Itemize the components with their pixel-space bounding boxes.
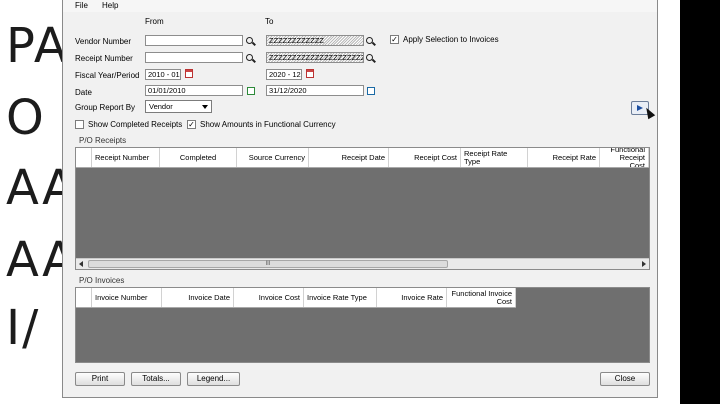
search-icon[interactable]: [366, 54, 373, 61]
invoices-grid-header: Invoice Number Invoice Date Invoice Cost…: [76, 288, 516, 308]
column-header[interactable]: Completed: [160, 148, 237, 167]
receipt-from-input[interactable]: [145, 52, 243, 63]
show-functional-checkbox[interactable]: ✓: [187, 120, 196, 129]
vendor-to-input[interactable]: ZZZZZZZZZZZZ: [266, 35, 364, 46]
date-to-input[interactable]: 31/12/2020: [266, 85, 364, 96]
show-functional-label: Show Amounts in Functional Currency: [200, 120, 336, 129]
receipt-number-label: Receipt Number: [75, 54, 133, 63]
row-selector-header: [76, 288, 92, 307]
calendar-icon[interactable]: [306, 69, 314, 78]
slide-letter: O: [6, 90, 46, 146]
to-heading: To: [265, 17, 274, 26]
inquiry-window: File Help From To Vendor Number ZZZZZZZZ…: [62, 0, 658, 398]
menu-bar: File Help: [63, 0, 657, 12]
slide-letter: PA: [6, 18, 69, 74]
column-header[interactable]: Invoice Rate Type: [304, 288, 377, 307]
column-header[interactable]: Receipt Rate Type: [461, 148, 528, 167]
column-header[interactable]: Functional Receipt Cost: [600, 148, 649, 167]
calendar-icon[interactable]: [185, 69, 193, 78]
date-picker-icon[interactable]: [247, 87, 255, 95]
print-button[interactable]: Print: [75, 372, 125, 386]
group-report-dropdown[interactable]: Vendor: [145, 100, 212, 113]
fiscal-year-period-label: Fiscal Year/Period: [75, 71, 140, 80]
column-header[interactable]: Invoice Rate: [377, 288, 447, 307]
column-header[interactable]: Functional Invoice Cost: [447, 288, 516, 307]
vendor-from-input[interactable]: [145, 35, 243, 46]
search-icon[interactable]: [246, 37, 253, 44]
date-picker-icon[interactable]: [367, 87, 375, 95]
column-header[interactable]: Invoice Number: [92, 288, 162, 307]
scroll-left-icon[interactable]: [76, 259, 87, 269]
close-button[interactable]: Close: [600, 372, 650, 386]
vendor-number-label: Vendor Number: [75, 37, 132, 46]
column-header[interactable]: Receipt Rate: [528, 148, 600, 167]
legend-button[interactable]: Legend...: [187, 372, 240, 386]
column-header[interactable]: Source Currency: [237, 148, 309, 167]
invoices-grid[interactable]: Invoice Number Invoice Date Invoice Cost…: [75, 287, 650, 363]
column-header[interactable]: Invoice Cost: [234, 288, 304, 307]
invoices-group-title: P/O Invoices: [79, 276, 125, 285]
group-report-value: Vendor: [149, 102, 173, 111]
totals-button[interactable]: Totals...: [131, 372, 181, 386]
search-icon[interactable]: [366, 37, 373, 44]
apply-selection-label: Apply Selection to Invoices: [403, 35, 499, 44]
group-report-label: Group Report By: [75, 103, 136, 112]
mouse-cursor-icon: [642, 105, 656, 120]
receipts-grid-header: Receipt Number Completed Source Currency…: [76, 148, 649, 168]
column-header[interactable]: Invoice Date: [162, 288, 234, 307]
column-header[interactable]: Receipt Number: [92, 148, 160, 167]
receipts-group-title: P/O Receipts: [79, 136, 127, 145]
date-label: Date: [75, 88, 92, 97]
menu-help[interactable]: Help: [102, 1, 118, 10]
scroll-thumb[interactable]: III: [88, 260, 448, 268]
receipts-horizontal-scrollbar[interactable]: III: [76, 258, 649, 269]
menu-file[interactable]: File: [75, 1, 88, 10]
fiscal-to-input[interactable]: 2020 - 12: [266, 69, 302, 80]
receipt-to-input[interactable]: ZZZZZZZZZZZZZZZZZZZZZZ: [266, 52, 364, 63]
scroll-right-icon[interactable]: [638, 259, 649, 269]
column-header[interactable]: Receipt Cost: [389, 148, 461, 167]
date-from-input[interactable]: 01/01/2010: [145, 85, 243, 96]
search-icon[interactable]: [246, 54, 253, 61]
slide-letter: I/: [6, 300, 41, 356]
apply-selection-checkbox[interactable]: ✓: [390, 35, 399, 44]
row-selector-header: [76, 148, 92, 167]
show-completed-checkbox[interactable]: [75, 120, 84, 129]
from-heading: From: [145, 17, 164, 26]
receipts-grid[interactable]: Receipt Number Completed Source Currency…: [75, 147, 650, 270]
fiscal-from-input[interactable]: 2010 - 01: [145, 69, 181, 80]
chevron-down-icon: [202, 105, 208, 109]
column-header[interactable]: Receipt Date: [309, 148, 389, 167]
show-completed-label: Show Completed Receipts: [88, 120, 183, 129]
